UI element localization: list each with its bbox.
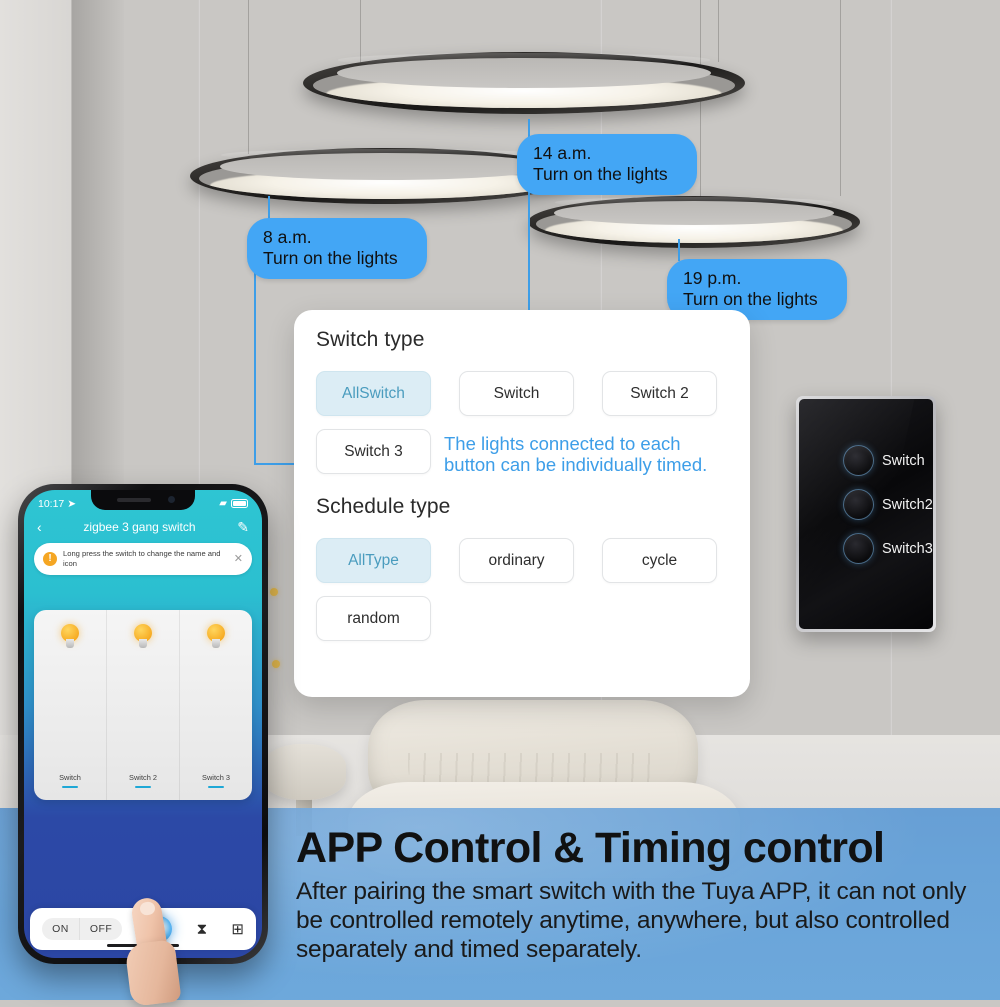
- leader-line-lamp3-to-callout3: [678, 239, 680, 261]
- app-title: zigbee 3 gang switch: [83, 520, 196, 534]
- tip-banner-text: Long press the switch to change the name…: [63, 549, 221, 568]
- wall-switch-button-3[interactable]: Switch3: [843, 533, 933, 564]
- wall-switch-button-1[interactable]: Switch: [843, 445, 925, 476]
- side-table: [262, 744, 346, 800]
- switch-channel-card: Switch Switch 2 Switch 3: [34, 610, 252, 800]
- promo-headline: APP Control & Timing control: [296, 824, 885, 872]
- wall-switch-glass: Switch Switch2 Switch3: [799, 399, 933, 629]
- callout-bubble-14am: 14 a.m. Turn on the lights: [517, 134, 697, 196]
- channel-underline: [135, 785, 151, 788]
- callout-action: Turn on the lights: [263, 247, 398, 268]
- on-button[interactable]: ON: [42, 918, 80, 940]
- switch-channel-label: Switch: [59, 772, 81, 782]
- switch-channel-label: Switch 2: [129, 772, 157, 782]
- lamp-wire-3: [248, 0, 249, 154]
- chip-alltype[interactable]: AllType: [316, 538, 431, 583]
- app-toolbar: ON OFF ⏻ ⧗ ⊞: [30, 908, 256, 950]
- pencil-icon[interactable]: ✎: [237, 520, 249, 534]
- settings-card: Switch type AllSwitch Switch Switch 2 Sw…: [294, 310, 750, 697]
- off-button[interactable]: OFF: [80, 918, 123, 940]
- close-icon[interactable]: ✕: [234, 552, 243, 565]
- touch-circle-icon: [843, 445, 874, 476]
- chip-label: random: [347, 609, 400, 627]
- lamp-wire-5: [840, 0, 841, 196]
- chip-random[interactable]: random: [316, 596, 431, 641]
- bulb-icon: [207, 624, 225, 649]
- wall-switch-label: Switch3: [882, 540, 933, 557]
- grid-icon[interactable]: ⊞: [231, 920, 244, 938]
- power-icon[interactable]: ⏻: [146, 916, 173, 942]
- bulb-icon: [61, 624, 79, 649]
- promo-body: After pairing the smart switch with the …: [296, 877, 967, 963]
- switch-type-title: Switch type: [316, 328, 425, 351]
- earpiece-speaker: [117, 498, 151, 502]
- chevron-left-icon[interactable]: ‹: [37, 520, 42, 534]
- bulb-icon: [134, 624, 152, 649]
- phone-mockup: 10:17 ➤ ▰ ‹ zigbee 3 gang switch ✎ ! Lon…: [18, 484, 268, 964]
- chip-switch-2[interactable]: Switch 2: [602, 371, 717, 416]
- leader-line-callout1-vertical: [254, 266, 256, 464]
- front-camera-icon: [168, 496, 175, 503]
- schedule-type-options: AllType ordinary cycle random: [316, 538, 728, 641]
- chip-switch-3[interactable]: Switch 3: [316, 429, 431, 474]
- wifi-icon: ▰: [219, 498, 227, 509]
- chip-allswitch[interactable]: AllSwitch: [316, 371, 431, 416]
- chip-cycle[interactable]: cycle: [602, 538, 717, 583]
- status-time: 10:17: [38, 497, 65, 510]
- wall-switch-button-2[interactable]: Switch2: [843, 489, 933, 520]
- callout-action: Turn on the lights: [683, 288, 818, 309]
- wall-switch-label: Switch: [882, 452, 925, 469]
- chip-label: Switch: [493, 384, 540, 402]
- chip-label: AllSwitch: [342, 384, 405, 402]
- wall-switch-label: Switch2: [882, 496, 933, 513]
- channel-underline: [208, 785, 224, 788]
- warning-icon: !: [43, 551, 57, 566]
- on-off-toggle[interactable]: ON OFF: [42, 918, 123, 940]
- ring-lamp-lower: [528, 196, 860, 248]
- chip-switch[interactable]: Switch: [459, 371, 574, 416]
- switch-channel-1[interactable]: Switch: [34, 610, 107, 800]
- home-indicator: [107, 944, 179, 947]
- phone-notch: [91, 490, 195, 510]
- promo-text-block: APP Control & Timing control After pairi…: [296, 826, 986, 964]
- touch-circle-icon: [843, 489, 874, 520]
- app-nav-bar: ‹ zigbee 3 gang switch ✎: [24, 514, 262, 534]
- switch-channel-3[interactable]: Switch 3: [180, 610, 252, 800]
- chip-label: cycle: [641, 551, 678, 569]
- hourglass-icon[interactable]: ⧗: [197, 921, 208, 938]
- callout-time: 8 a.m.: [263, 227, 312, 247]
- wall-switch-panel: Switch Switch2 Switch3: [796, 396, 936, 632]
- callout-time: 19 p.m.: [683, 268, 742, 288]
- chip-ordinary[interactable]: ordinary: [459, 538, 574, 583]
- callout-action: Turn on the lights: [533, 163, 668, 184]
- switch-channel-2[interactable]: Switch 2: [107, 610, 180, 800]
- schedule-type-title: Schedule type: [316, 495, 451, 518]
- tip-banner: ! Long press the switch to change the na…: [34, 543, 252, 575]
- phone-screen: 10:17 ➤ ▰ ‹ zigbee 3 gang switch ✎ ! Lon…: [24, 490, 262, 958]
- channel-underline: [62, 785, 78, 788]
- battery-icon: [231, 499, 248, 508]
- switch-channel-label: Switch 3: [202, 772, 230, 782]
- chip-label: Switch 2: [630, 384, 689, 402]
- ring-lamp-top: [303, 52, 745, 114]
- chip-label: Switch 3: [344, 442, 403, 460]
- leader-line-lamp2-to-callout1: [268, 196, 270, 220]
- schedule-type-section: Schedule type AllType ordinary cycle ran…: [316, 495, 728, 641]
- chip-label: ordinary: [488, 551, 545, 569]
- individual-timing-note: The lights connected to each button can …: [444, 433, 708, 476]
- location-arrow-icon: ➤: [67, 497, 77, 510]
- chip-label: AllType: [348, 551, 399, 569]
- callout-time: 14 a.m.: [533, 143, 592, 163]
- callout-bubble-8am: 8 a.m. Turn on the lights: [247, 218, 427, 280]
- touch-circle-icon: [843, 533, 874, 564]
